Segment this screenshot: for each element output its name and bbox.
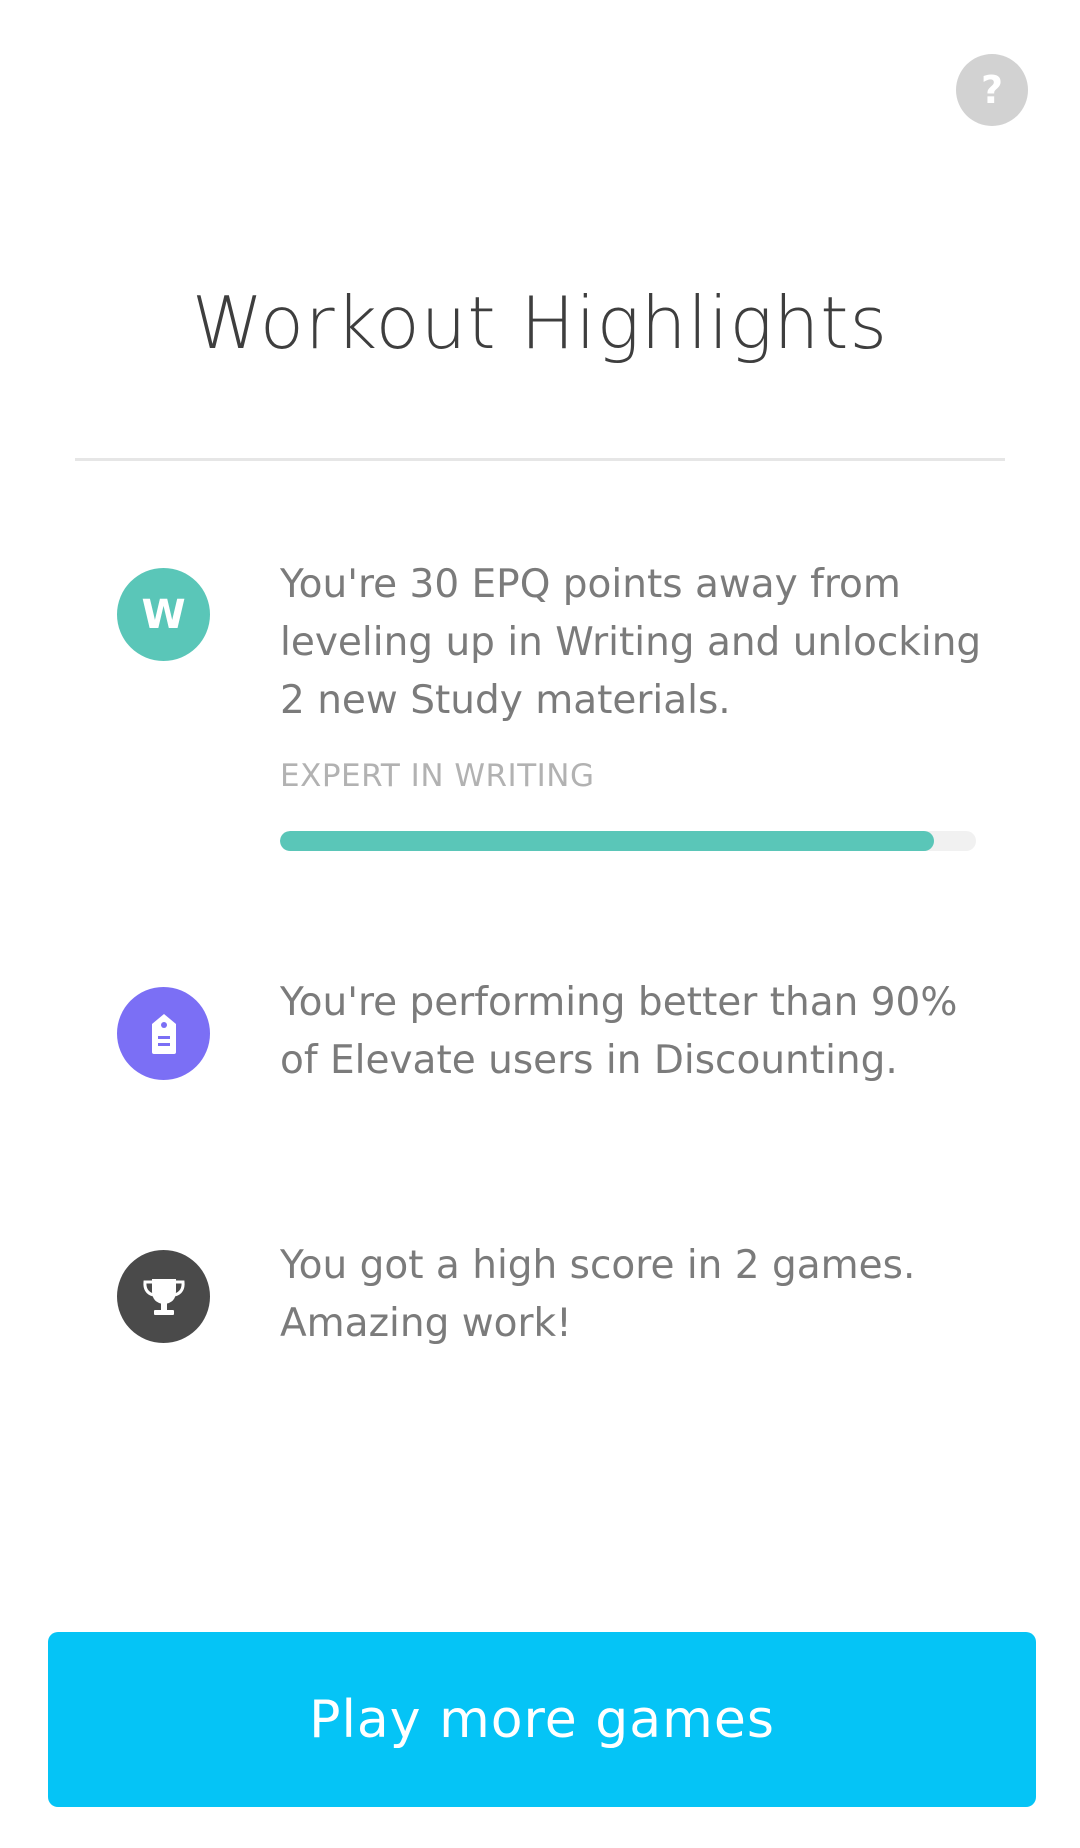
skill-level-label: EXPERT IN WRITING	[280, 758, 595, 794]
page-title: Workout Highlights	[191, 281, 889, 365]
highlight-text: You got a high score in 2 games. Amazing…	[280, 1243, 916, 1346]
help-button[interactable]: ?	[956, 54, 1028, 126]
price-tag-icon	[117, 987, 210, 1080]
play-more-games-button[interactable]: Play more games	[48, 1632, 1036, 1807]
trophy-glyph	[142, 1278, 185, 1315]
progress-bar	[280, 831, 976, 851]
letter-w-icon: W	[117, 568, 210, 661]
progress-bar-fill	[280, 831, 935, 851]
trophy-icon	[117, 1250, 210, 1343]
divider	[75, 458, 1005, 461]
price-tag-glyph	[151, 1013, 176, 1054]
highlight-text: You're performing better than 90% of Ele…	[280, 980, 958, 1083]
highlight-text: You're 30 EPQ points away from leveling …	[280, 562, 982, 723]
question-mark-icon: ?	[980, 68, 1004, 112]
